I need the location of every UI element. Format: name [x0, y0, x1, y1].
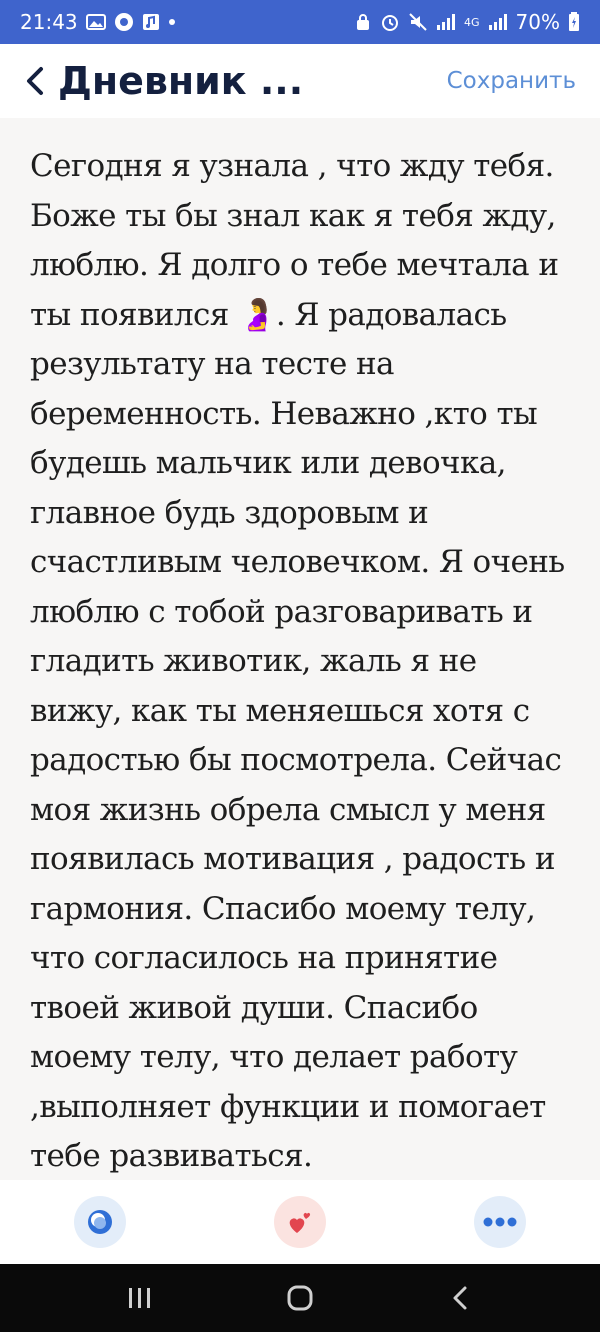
recent-apps-button[interactable]	[110, 1268, 170, 1328]
hearts-button[interactable]	[274, 1196, 326, 1248]
more-button[interactable]	[474, 1196, 526, 1248]
status-time: 21:43	[20, 10, 78, 34]
gallery-icon	[85, 14, 106, 30]
home-icon	[287, 1285, 313, 1311]
diary-entry-area[interactable]: Сегодня я узнала , что жду тебя. Боже ты…	[0, 118, 600, 1180]
network-type: 4G	[464, 15, 480, 29]
mood-icon	[88, 1210, 112, 1234]
chevron-left-icon	[27, 67, 43, 95]
signal-icon	[436, 13, 456, 31]
bottom-toolbar	[0, 1180, 600, 1264]
home-button[interactable]	[270, 1268, 330, 1328]
battery-percent: 70%	[515, 10, 560, 34]
back-button[interactable]	[18, 61, 52, 101]
music-icon	[142, 13, 160, 31]
mood-button[interactable]	[74, 1196, 126, 1248]
recent-apps-icon	[129, 1288, 150, 1308]
signal-icon-2	[488, 13, 508, 31]
status-right: 4G 70%	[354, 10, 580, 34]
back-nav-button[interactable]	[430, 1268, 490, 1328]
system-nav-bar	[0, 1264, 600, 1332]
status-bar: 21:43 4G 70%	[0, 0, 600, 44]
save-button[interactable]: Сохранить	[447, 68, 576, 94]
status-left: 21:43	[20, 10, 176, 34]
battery-icon	[568, 12, 580, 32]
app-notification-icon	[114, 12, 134, 32]
diary-entry-text[interactable]: Сегодня я узнала , что жду тебя. Боже ты…	[30, 142, 570, 1180]
page-title: Дневник ...	[58, 59, 304, 103]
more-dots-icon	[483, 1217, 517, 1227]
alarm-lock-icon	[354, 13, 372, 31]
back-nav-icon	[453, 1286, 467, 1310]
alarm-icon	[380, 12, 400, 32]
mute-icon	[408, 12, 428, 32]
more-notifications-dot-icon	[168, 18, 176, 26]
hearts-icon	[289, 1212, 311, 1233]
app-header: Дневник ... Сохранить	[0, 44, 600, 118]
